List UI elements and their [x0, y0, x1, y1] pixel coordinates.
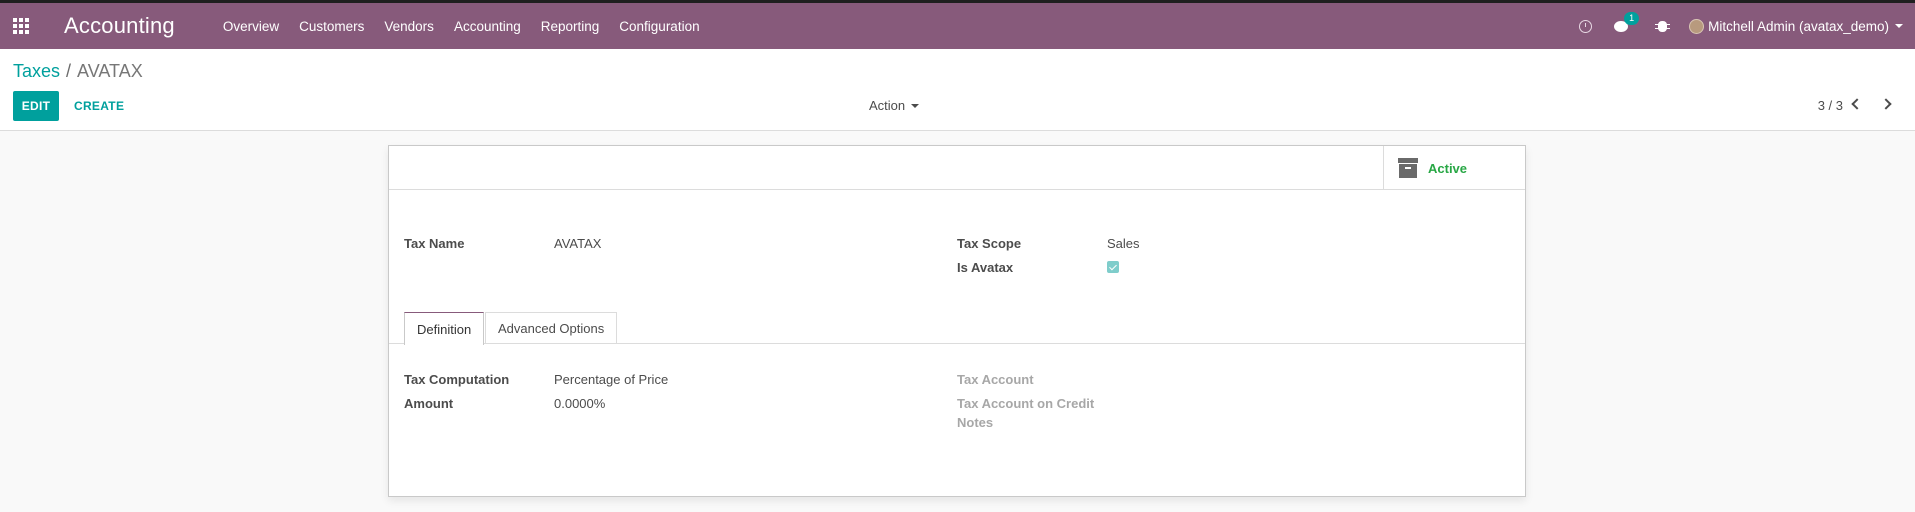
- tax-account-credit-label-line1: Tax Account on Credit: [957, 396, 1095, 411]
- form-sheet: Active Tax Name AVATAX Tax Scope Sales I…: [388, 145, 1526, 497]
- menu-item-reporting[interactable]: Reporting: [541, 19, 600, 34]
- control-panel: Taxes / AVATAX EDIT CREATE Action 3 / 3: [0, 49, 1915, 131]
- button-box: Active: [389, 146, 1525, 190]
- breadcrumb-separator: /: [66, 61, 72, 81]
- app-brand[interactable]: Accounting: [64, 13, 175, 39]
- caret-down-icon: [1895, 24, 1903, 28]
- breadcrumb: Taxes / AVATAX: [13, 61, 143, 82]
- action-dropdown[interactable]: Action: [869, 98, 920, 113]
- tax-name-label: Tax Name: [404, 236, 465, 251]
- tax-computation-label: Tax Computation: [404, 372, 510, 387]
- main-navbar: Accounting Overview Customers Vendors Ac…: [0, 0, 1915, 49]
- tab-advanced-options[interactable]: Advanced Options: [485, 312, 618, 344]
- user-name: Mitchell Admin (avatax_demo): [1708, 18, 1889, 34]
- archive-icon: [1398, 158, 1418, 178]
- chevron-left-icon: [1851, 98, 1863, 110]
- message-count-badge: 1: [1624, 11, 1640, 25]
- tax-scope-value: Sales: [1107, 236, 1140, 251]
- tax-account-label: Tax Account: [957, 372, 1034, 387]
- messaging-button[interactable]: 1: [1614, 11, 1640, 32]
- is-avatax-checkbox[interactable]: [1107, 261, 1119, 273]
- breadcrumb-taxes-link[interactable]: Taxes: [13, 61, 60, 81]
- action-label: Action: [869, 98, 906, 113]
- activity-button[interactable]: [1579, 19, 1593, 33]
- pager-value[interactable]: 3 / 3: [1818, 98, 1843, 113]
- bug-icon: [1655, 20, 1671, 32]
- pager-next-button[interactable]: [1876, 94, 1896, 114]
- tax-scope-label: Tax Scope: [957, 236, 1022, 251]
- tax-account-credit-label-line2: Notes: [957, 415, 994, 430]
- menu-item-vendors[interactable]: Vendors: [384, 19, 434, 34]
- active-label: Active: [1428, 160, 1468, 176]
- tax-name-value: AVATAX: [554, 236, 602, 251]
- avatar: [1689, 18, 1705, 34]
- clock-icon: [1579, 19, 1593, 33]
- tax-computation-value: Percentage of Price: [554, 372, 669, 387]
- chevron-right-icon: [1880, 98, 1892, 110]
- navbar-systray: 1 Mitchell Admin (avatax_demo): [1561, 3, 1903, 49]
- amount-label: Amount: [404, 396, 454, 411]
- menu-item-configuration[interactable]: Configuration: [619, 19, 699, 34]
- debug-button[interactable]: [1655, 20, 1671, 32]
- edit-button[interactable]: EDIT: [13, 91, 59, 121]
- breadcrumb-current: AVATAX: [77, 61, 143, 81]
- pager-previous-button[interactable]: [1847, 94, 1867, 114]
- create-button[interactable]: CREATE: [66, 91, 132, 121]
- caret-down-icon: [911, 103, 920, 108]
- apps-grid-icon: [13, 18, 29, 34]
- user-menu[interactable]: Mitchell Admin (avatax_demo): [1689, 18, 1903, 34]
- active-toggle-button[interactable]: Active: [1383, 146, 1525, 190]
- apps-menu-button[interactable]: [0, 3, 42, 49]
- amount-value: 0.0000%: [554, 396, 606, 411]
- menu-item-accounting[interactable]: Accounting: [454, 19, 521, 34]
- is-avatax-label: Is Avatax: [957, 260, 1014, 275]
- notebook-tabs: Definition Advanced Options: [389, 312, 1525, 345]
- tab-definition[interactable]: Definition: [404, 312, 485, 345]
- top-menu: Overview Customers Vendors Accounting Re…: [223, 19, 720, 34]
- menu-item-overview[interactable]: Overview: [223, 19, 279, 34]
- menu-item-customers[interactable]: Customers: [299, 19, 364, 34]
